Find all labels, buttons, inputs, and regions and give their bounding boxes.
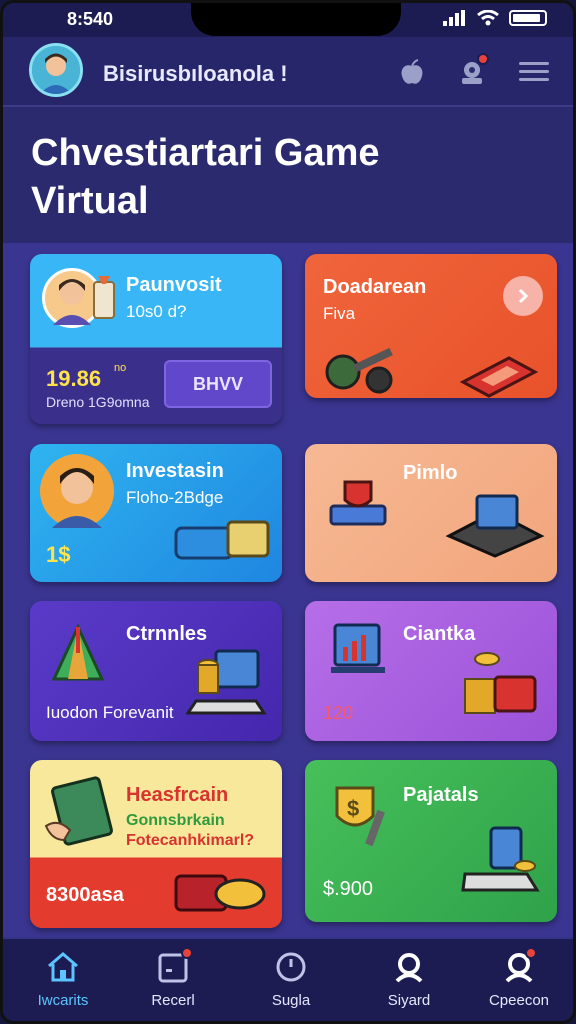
signal-icon bbox=[443, 10, 465, 26]
nav-item-cpeecon[interactable]: Cpeecon bbox=[469, 947, 569, 1009]
card-value-sup: no bbox=[114, 362, 127, 374]
buy-button[interactable]: BHVV bbox=[164, 360, 272, 408]
card-title: Investasin bbox=[126, 460, 224, 482]
notification-badge bbox=[477, 53, 489, 65]
nav-item-sugla[interactable]: Sugla bbox=[241, 951, 341, 1009]
card-pajatals[interactable]: $ Pajatals $.900 bbox=[305, 760, 557, 922]
nav-label: Iwcarits bbox=[37, 992, 89, 1009]
gem-box-icon bbox=[445, 488, 545, 563]
nav-item-recerl[interactable]: Recerl bbox=[123, 947, 223, 1009]
nav-label: Sugla bbox=[271, 992, 311, 1009]
money-cards-icon bbox=[174, 518, 272, 571]
card-title: Doadarean bbox=[323, 276, 427, 298]
card-subtitle-secondary: Fotecanhkimarl? bbox=[126, 832, 255, 849]
card-value: 1$ bbox=[46, 542, 71, 567]
card-heasfrcain[interactable]: Heasfrcain Gonnsbrkain Fotecanhkimarl? 8… bbox=[30, 760, 282, 928]
page-title-line1: Chvestiartari Game bbox=[31, 132, 380, 174]
svg-text:$: $ bbox=[347, 796, 359, 821]
card-title: Pajatals bbox=[403, 784, 479, 806]
card-title: Heasfrcain bbox=[126, 784, 229, 806]
home-icon bbox=[48, 952, 78, 982]
card-pimlo[interactable]: Pimlo bbox=[305, 444, 557, 582]
coins-wallet-icon bbox=[461, 649, 543, 726]
card-title: Ciantka bbox=[403, 623, 476, 645]
nav-badge bbox=[181, 947, 193, 959]
wifi-icon bbox=[477, 10, 499, 26]
apple-icon[interactable] bbox=[395, 55, 429, 89]
card-subtitle: Floho-2Bdge bbox=[126, 488, 224, 507]
card-ciantka[interactable]: Ciantka 120 bbox=[305, 601, 557, 741]
laptop-coins-icon bbox=[461, 822, 541, 899]
card-value: 19.86 bbox=[46, 366, 102, 391]
avatar[interactable] bbox=[29, 43, 83, 97]
card-footer: 8300asa bbox=[46, 884, 124, 906]
tablet-hand-icon bbox=[44, 774, 114, 853]
card-subtitle: Fiva bbox=[323, 304, 356, 323]
nav-label: Siyard bbox=[387, 992, 431, 1009]
chart-board-icon bbox=[329, 623, 389, 682]
nav-item-home[interactable]: Iwcarits bbox=[13, 951, 113, 1009]
status-icons bbox=[443, 10, 547, 26]
card-value: 120 bbox=[323, 703, 354, 723]
card-paunvosit[interactable]: Paunvosit 10s0 d? 19.86 no Dreno 1G9omna… bbox=[30, 254, 282, 424]
nav-item-siyard[interactable]: Siyard bbox=[359, 951, 459, 1009]
coins-stack-icon bbox=[92, 274, 116, 327]
bottom-navigation: Iwcarits Recerl Sugla Siyard Cpeecon bbox=[3, 937, 573, 1021]
nav-badge bbox=[525, 947, 537, 959]
investor-avatar-icon bbox=[40, 454, 114, 528]
card-subtitle: Gonnsbrkain bbox=[126, 812, 225, 829]
battery-icon bbox=[509, 10, 547, 26]
card-title: Ctrnnles bbox=[126, 623, 208, 645]
phone-screen: 8:540 Bisirusbıloanola ! Chvestiartari G… bbox=[0, 0, 576, 1024]
user-icon bbox=[395, 953, 423, 983]
page-title-line2: Virtual bbox=[31, 180, 149, 222]
notification-icon[interactable] bbox=[455, 53, 489, 89]
card-title: Pimlo bbox=[403, 462, 458, 484]
cannon-icon bbox=[323, 342, 397, 398]
card-title: Paunvosit bbox=[126, 274, 222, 296]
pyramid-icon bbox=[50, 623, 106, 688]
card-investasin[interactable]: Investasin Floho-2Bdge 1$ bbox=[30, 444, 282, 582]
clock-icon bbox=[276, 952, 306, 982]
page-title: Chvestiartari Game Virtual bbox=[31, 129, 380, 225]
avatar-portrait-icon bbox=[32, 46, 80, 94]
card-footer: Iuodon Forevanit bbox=[46, 703, 174, 722]
nav-label: Recerl bbox=[151, 992, 195, 1009]
chevron-right-icon[interactable] bbox=[503, 276, 543, 316]
notch bbox=[191, 3, 401, 36]
status-time: 8:540 bbox=[67, 9, 114, 29]
card-subtitle: 10s0 d? bbox=[126, 302, 187, 321]
app-header: Bisirusbıloanola ! bbox=[3, 37, 573, 107]
status-bar: 8:540 bbox=[3, 3, 573, 37]
shield-icon bbox=[327, 476, 389, 533]
card-footer: Dreno 1G9omna bbox=[46, 394, 150, 410]
menu-icon[interactable] bbox=[517, 55, 551, 89]
card-value: $.900 bbox=[323, 878, 374, 900]
trophy-shield-icon: $ bbox=[329, 780, 393, 857]
app-title: Bisirusbıloanola ! bbox=[103, 61, 288, 86]
wallet-coin-icon bbox=[174, 870, 274, 923]
nav-label: Cpeecon bbox=[488, 992, 550, 1009]
book-icon bbox=[459, 352, 539, 398]
card-doadarean[interactable]: Doadarean Fiva bbox=[305, 254, 557, 398]
computer-coins-icon bbox=[185, 645, 268, 722]
card-ctrnnles[interactable]: Ctrnnles Iuodon Forevanit bbox=[30, 601, 282, 741]
